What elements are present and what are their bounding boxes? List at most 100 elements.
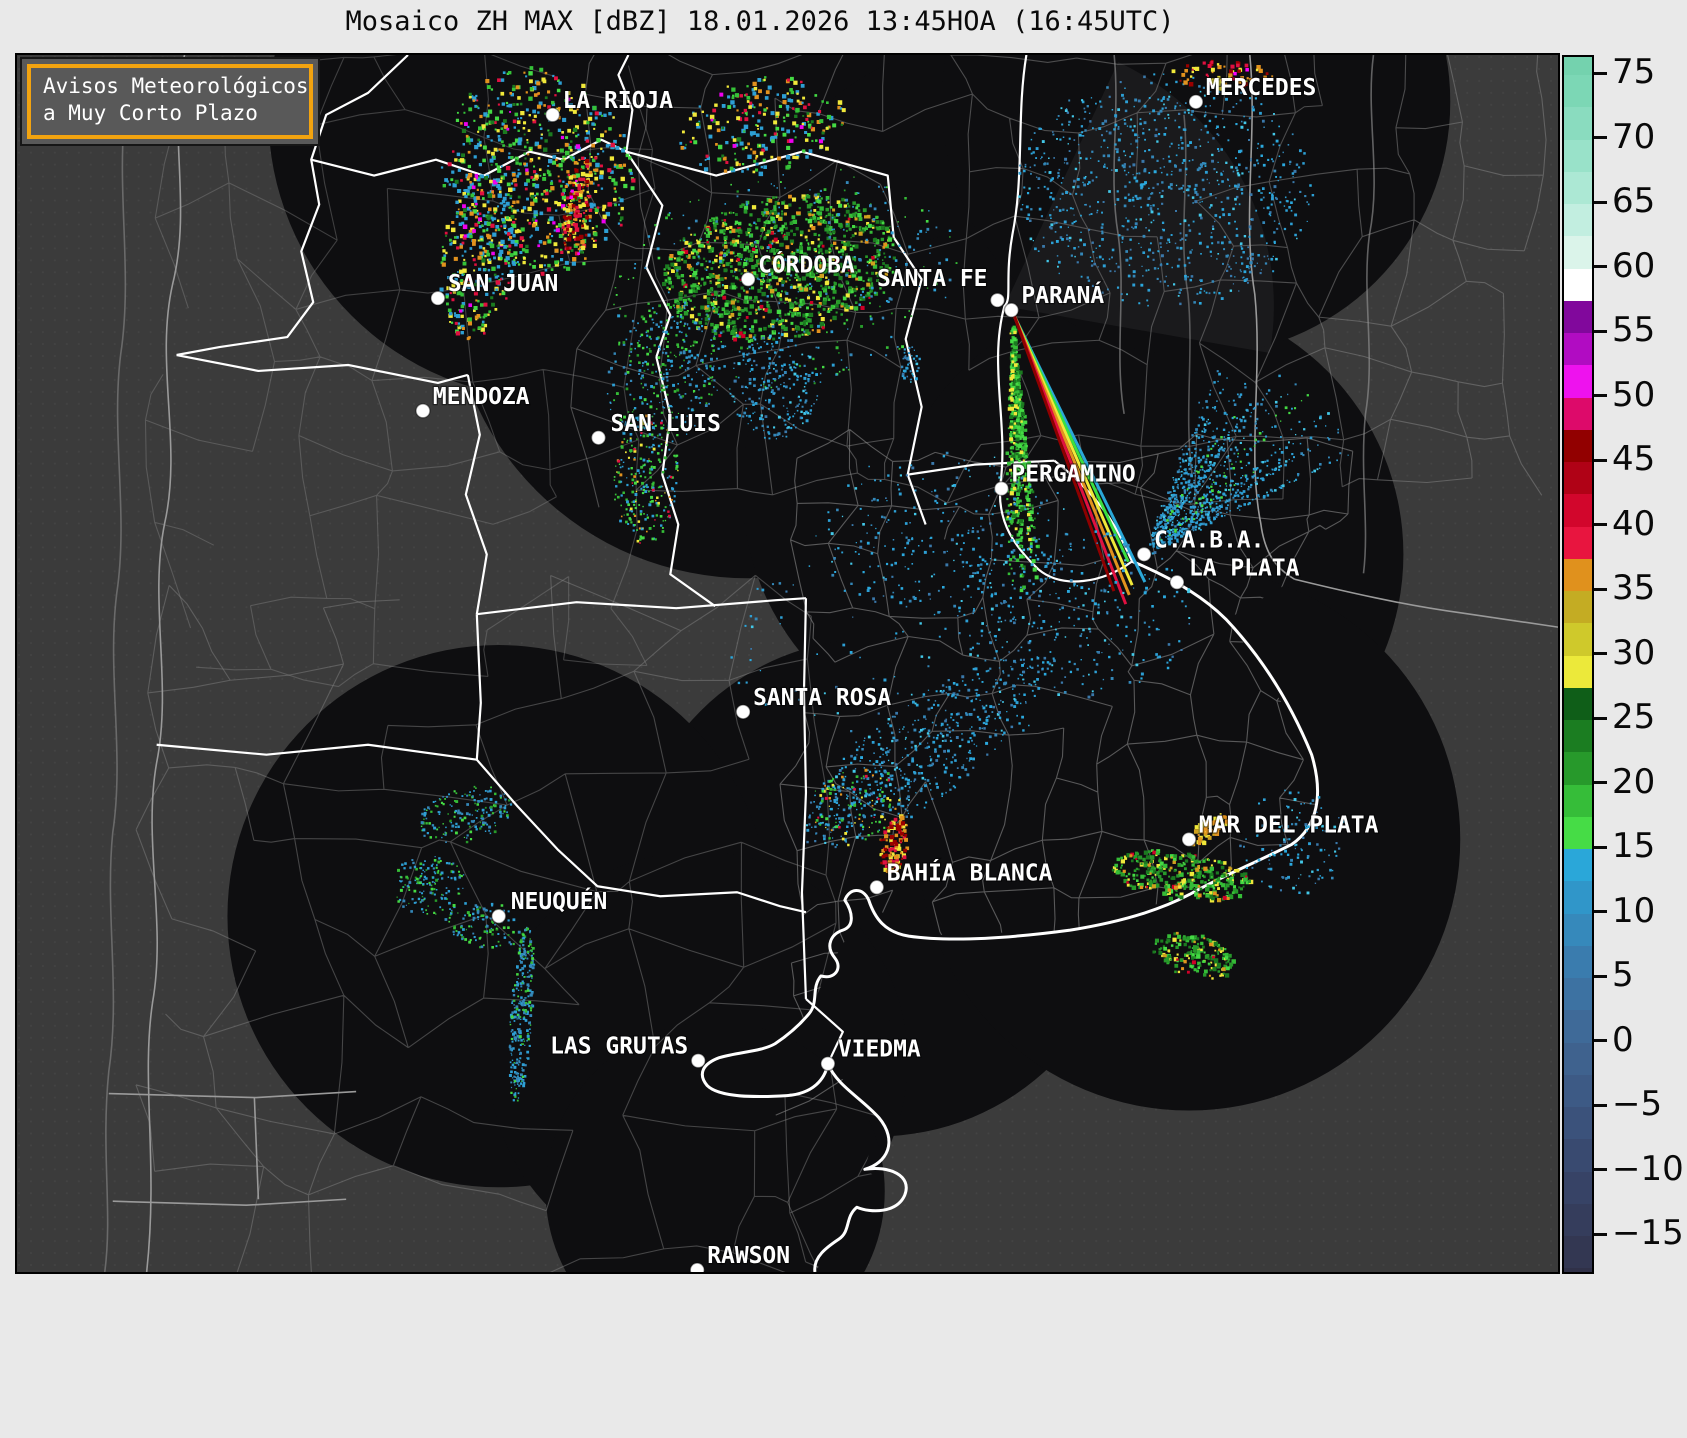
city-label: MENDOZA [433, 384, 530, 410]
city-dot [491, 908, 507, 924]
colorbar-segment [1564, 429, 1592, 463]
colorbar-segment [1564, 171, 1592, 205]
city-dot [1188, 94, 1204, 110]
colorbar-tick [1594, 652, 1607, 655]
colorbar-segment [1564, 913, 1592, 946]
colorbar-tick-label: 70 [1612, 116, 1656, 157]
radar-map: MERCEDES LA RIOJA SAN JUAN CÓRDOBA SANTA FE P… [15, 53, 1560, 1274]
city-dot [415, 403, 431, 419]
city-label: LA PLATA [1189, 555, 1300, 581]
colorbar-segment [1564, 1139, 1592, 1172]
colorbar-tick [1594, 1232, 1607, 1236]
colorbar-tick [1594, 716, 1607, 720]
warnings-line-1: Avisos Meteorológicos [43, 74, 309, 98]
city-label: LAS GRUTAS [550, 1034, 688, 1060]
colorbar-tick-label: 5 [1612, 954, 1634, 995]
city-label: VIEDMA [838, 1037, 921, 1063]
colorbar-segment [1564, 945, 1592, 979]
colorbar-segment [1564, 816, 1592, 850]
colorbar-segment [1564, 687, 1592, 721]
colorbar-tick [1594, 265, 1607, 268]
city-dot [544, 107, 561, 123]
colorbar-tick-label: −15 [1612, 1212, 1684, 1253]
colorbar-tick [1594, 200, 1607, 204]
colorbar-tick [1594, 845, 1607, 849]
colorbar-segment [1564, 300, 1592, 334]
colorbar-segment [1564, 655, 1592, 688]
colorbar-segment [1564, 1010, 1592, 1043]
colorbar-segment [1564, 75, 1592, 108]
colorbar-segment [1564, 1074, 1592, 1108]
colorbar-segment [1564, 268, 1592, 301]
city-label: NEUQUÉN [511, 887, 608, 915]
colorbar-segment [1564, 236, 1592, 269]
warnings-banner-border: Avisos Meteorológicos a Muy Corto Plazo [27, 64, 313, 139]
city-dot [740, 271, 756, 287]
colorbar-segment [1564, 558, 1592, 592]
city-dot [989, 292, 1006, 308]
city-dot [820, 1055, 836, 1072]
city-dot [1136, 546, 1152, 563]
colorbar-segment [1564, 333, 1592, 366]
colorbar-tick-label: 30 [1612, 632, 1656, 673]
colorbar-segment [1564, 1107, 1592, 1140]
city-dot [1181, 831, 1197, 848]
city-dot [993, 480, 1010, 497]
radar-mosaic-page: Mosaico ZH MAX [dBZ] 18.01.2026 13:45HOA… [0, 0, 1687, 1438]
colorbar-tick-label: 60 [1612, 245, 1656, 286]
colorbar-tick [1594, 523, 1607, 526]
colorbar-tick [1594, 136, 1607, 139]
city-dot [430, 290, 446, 306]
city-label: RAWSON [707, 1243, 790, 1269]
colorbar-segment [1564, 397, 1592, 430]
colorbar-segment [1564, 1203, 1592, 1237]
city-label: CÓRDOBA [758, 250, 855, 278]
colorbar-tick-label: 50 [1612, 374, 1656, 415]
colorbar-tick-label: 75 [1612, 51, 1656, 92]
colorbar-segment [1564, 752, 1592, 785]
dbz-colorbar [1562, 55, 1594, 1274]
city-label: SANTA FE [877, 266, 987, 292]
city-dot [1003, 302, 1020, 318]
map-canvas: MERCEDES LA RIOJA SAN JUAN CÓRDOBA SANTA FE P… [17, 55, 1558, 1272]
colorbar-tick [1594, 1039, 1607, 1042]
colorbar-tick [1594, 1103, 1607, 1107]
colorbar-segment [1564, 881, 1592, 914]
colorbar-segment [1564, 57, 1592, 76]
city-dot [1169, 574, 1185, 590]
colorbar-tick-label: 25 [1612, 696, 1656, 737]
colorbar-segment [1564, 107, 1592, 140]
city-dot [735, 704, 751, 720]
city-dot [690, 1052, 706, 1069]
colorbar-segment [1564, 1236, 1592, 1269]
colorbar-tick [1594, 781, 1607, 784]
colorbar-segment [1564, 623, 1592, 656]
colorbar-tick-label: 0 [1612, 1019, 1634, 1060]
colorbar-tick-label: 40 [1612, 503, 1656, 544]
city-dot [869, 879, 885, 895]
city-label: SANTA ROSA [753, 685, 891, 711]
colorbar-segment [1564, 365, 1592, 398]
colorbar-tick-label: −10 [1612, 1148, 1684, 1189]
city-label: C.A.B.A. [1154, 527, 1264, 553]
colorbar-tick-label: 45 [1612, 438, 1656, 479]
colorbar-tick-label: 15 [1612, 825, 1656, 866]
colorbar-segment [1564, 1171, 1592, 1204]
city-label: LA RIOJA [563, 88, 674, 114]
city-label: SAN LUIS [610, 411, 720, 437]
colorbar-tick-label: 20 [1612, 761, 1656, 802]
colorbar-segment [1564, 139, 1592, 172]
colorbar-tick-label: 10 [1612, 890, 1656, 931]
warnings-banner-button[interactable]: Avisos Meteorológicos a Muy Corto Plazo [20, 57, 320, 146]
colorbar-segment [1564, 1042, 1592, 1075]
colorbar-segment [1564, 720, 1592, 753]
city-dot [689, 1262, 705, 1272]
colorbar-tick [1594, 974, 1607, 978]
city-label: BAHÍA BLANCA [887, 858, 1053, 886]
colorbar-segment [1564, 849, 1592, 882]
colorbar-tick-label: 35 [1612, 567, 1656, 608]
colorbar-segment [1564, 494, 1592, 527]
colorbar-segment [1564, 462, 1592, 495]
page-title: Mosaico ZH MAX [dBZ] 18.01.2026 13:45HOA… [345, 6, 1175, 37]
colorbar-tick [1594, 71, 1607, 75]
